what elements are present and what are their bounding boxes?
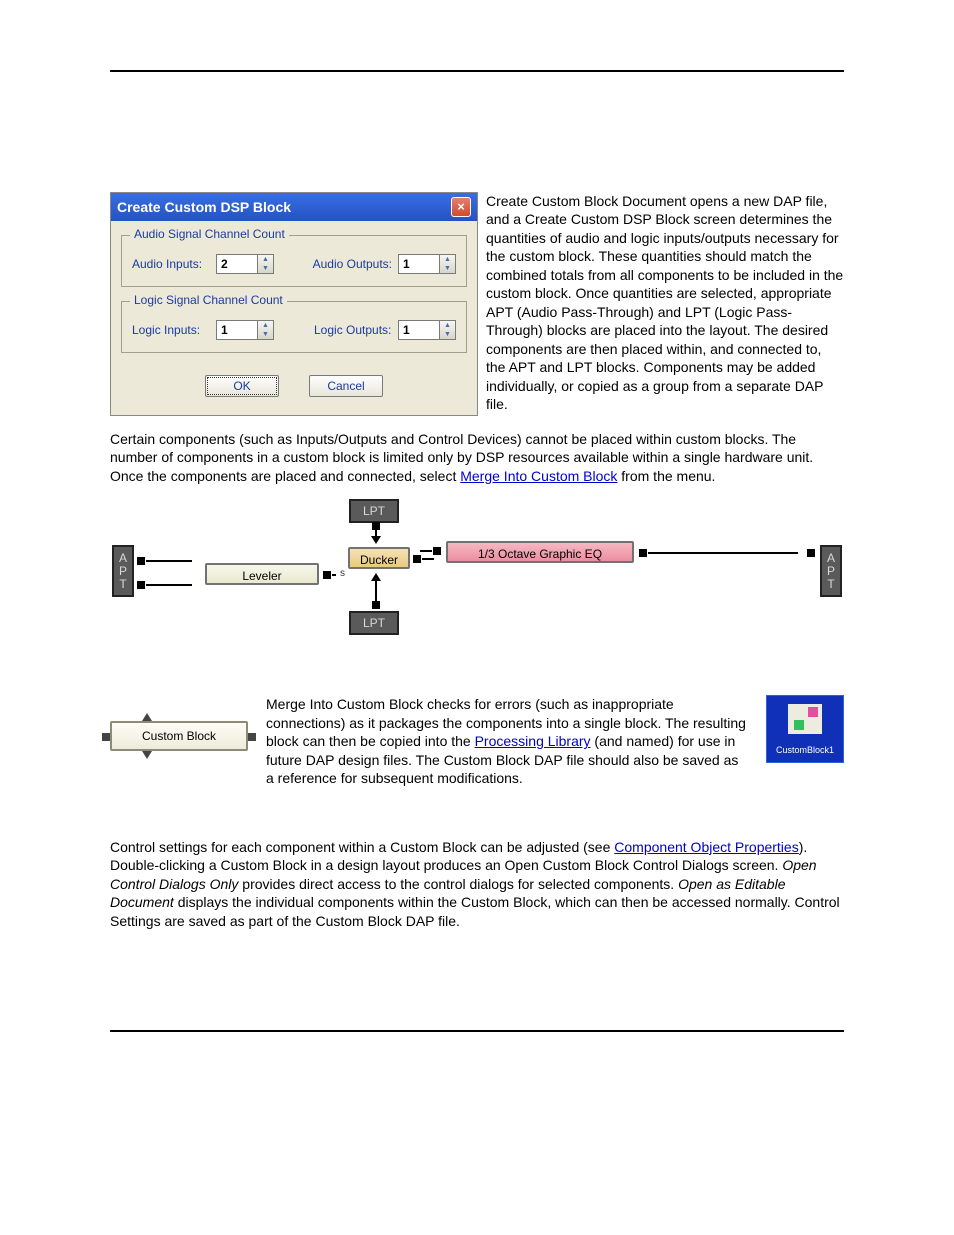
audio-groupbox: Audio Signal Channel Count Audio Inputs:…	[121, 235, 467, 287]
audio-inputs-field[interactable]	[216, 254, 258, 274]
chevron-down-icon[interactable]: ▼	[258, 330, 273, 339]
lpt-bottom-block: LPT	[349, 611, 399, 635]
ducker-block: sDucker	[348, 547, 410, 569]
chevron-down-icon[interactable]: ▼	[258, 264, 273, 273]
cancel-button[interactable]: Cancel	[309, 375, 383, 397]
ok-button[interactable]: OK	[205, 375, 279, 397]
chevron-down-icon[interactable]: ▼	[440, 330, 455, 339]
close-icon[interactable]: ×	[451, 197, 471, 217]
audio-outputs-label: Audio Outputs:	[313, 257, 392, 271]
group-legend: Audio Signal Channel Count	[130, 227, 289, 241]
logic-outputs-stepper[interactable]: ▲▼	[398, 320, 456, 340]
chevron-down-icon[interactable]: ▼	[440, 264, 455, 273]
logic-inputs-field[interactable]	[216, 320, 258, 340]
custom-block-node: Custom Block	[110, 721, 248, 751]
logic-outputs-label: Logic Outputs:	[314, 323, 392, 337]
chevron-up-icon[interactable]: ▲	[440, 321, 455, 330]
logic-groupbox: Logic Signal Channel Count Logic Inputs:…	[121, 301, 467, 353]
catalog-caption: CustomBlock1	[776, 745, 834, 755]
group-legend: Logic Signal Channel Count	[130, 293, 287, 307]
logic-inputs-stepper[interactable]: ▲▼	[216, 320, 274, 340]
catalog-item[interactable]: CustomBlock1	[766, 695, 844, 763]
audio-inputs-stepper[interactable]: ▲▼	[216, 254, 274, 274]
chevron-up-icon[interactable]: ▲	[258, 255, 273, 264]
apt-left-block: APT	[112, 545, 134, 597]
merge-link[interactable]: Merge Into Custom Block	[460, 468, 617, 484]
custom-block-icon	[788, 704, 822, 734]
signal-flow-diagram: APT APT LPT LPT Leveler sDucker 1/3 Octa…	[112, 499, 842, 639]
merge-paragraph: Certain components (such as Inputs/Outpu…	[110, 430, 844, 485]
intro-paragraph: Create Custom Block Document opens a new…	[486, 192, 844, 416]
leveler-block: Leveler	[205, 563, 319, 585]
audio-outputs-field[interactable]	[398, 254, 440, 274]
chevron-up-icon[interactable]: ▲	[258, 321, 273, 330]
audio-outputs-stepper[interactable]: ▲▼	[398, 254, 456, 274]
create-custom-dsp-dialog: Create Custom DSP Block × Audio Signal C…	[110, 192, 478, 416]
logic-outputs-field[interactable]	[398, 320, 440, 340]
apt-right-block: APT	[820, 545, 842, 597]
lpt-top-block: LPT	[349, 499, 399, 523]
dialog-title: Create Custom DSP Block	[117, 199, 291, 215]
chevron-up-icon[interactable]: ▲	[440, 255, 455, 264]
processing-library-link[interactable]: Processing Library	[475, 733, 591, 749]
merge-result-paragraph: Merge Into Custom Block checks for error…	[266, 695, 748, 787]
eq-block: 1/3 Octave Graphic EQ	[446, 541, 634, 563]
component-properties-link[interactable]: Component Object Properties	[614, 839, 798, 855]
logic-inputs-label: Logic Inputs:	[132, 323, 210, 337]
dialog-titlebar: Create Custom DSP Block ×	[111, 193, 477, 221]
audio-inputs-label: Audio Inputs:	[132, 257, 210, 271]
control-settings-paragraph: Control settings for each component with…	[110, 838, 844, 930]
